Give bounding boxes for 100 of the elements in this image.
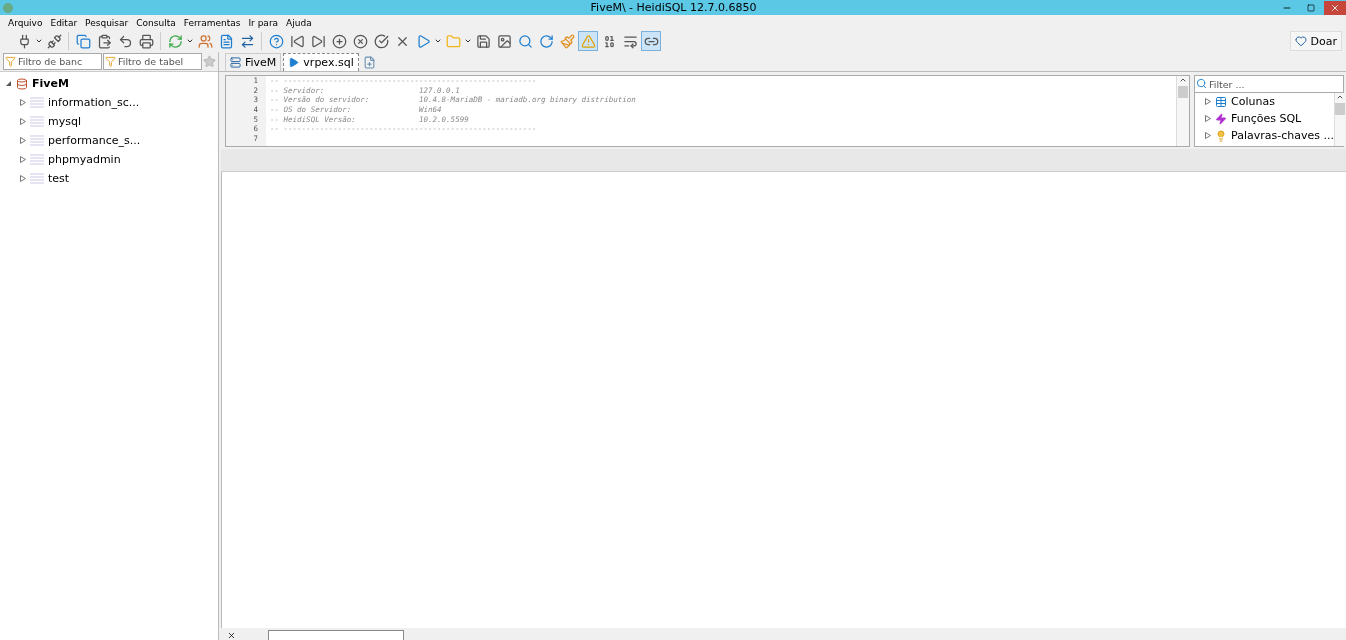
menu-item[interactable]: Editar bbox=[46, 17, 82, 28]
wrap-icon bbox=[622, 33, 638, 49]
tree-label: phpmyadmin bbox=[48, 153, 121, 166]
helper-item[interactable]: Palavras-chaves ... bbox=[1195, 127, 1334, 144]
new-file-icon bbox=[363, 55, 377, 69]
database-icon bbox=[30, 135, 44, 146]
scrollbar[interactable] bbox=[1333, 93, 1345, 146]
tree-item[interactable]: performance_s... bbox=[0, 131, 218, 150]
expander-icon[interactable] bbox=[20, 156, 26, 163]
image-icon bbox=[496, 33, 512, 49]
database-server-icon bbox=[16, 77, 28, 90]
maximize-icon bbox=[1307, 3, 1315, 12]
window-title: FiveM\ - HeidiSQL 12.7.0.6850 bbox=[589, 1, 758, 14]
undo-icon bbox=[117, 33, 133, 49]
skip-back-icon bbox=[289, 33, 305, 49]
scroll-up-icon[interactable] bbox=[1179, 76, 1187, 84]
caret-icon[interactable] bbox=[434, 37, 442, 45]
menu-item[interactable]: Ir para bbox=[244, 17, 283, 28]
menu-item[interactable]: Pesquisar bbox=[81, 17, 133, 28]
tree-item[interactable]: FiveM bbox=[0, 74, 218, 93]
arrows-icon bbox=[239, 33, 255, 49]
printer-icon bbox=[138, 33, 154, 49]
folder-icon bbox=[445, 33, 461, 49]
database-icon bbox=[30, 116, 44, 127]
menu-item[interactable]: Ferramentas bbox=[179, 17, 245, 28]
refresh-icon bbox=[167, 33, 183, 49]
menu-item[interactable]: Ajuda bbox=[282, 17, 316, 28]
menu-item[interactable]: Arquivo bbox=[4, 17, 47, 28]
plug-icon bbox=[46, 33, 62, 49]
tree-item[interactable]: test bbox=[0, 169, 218, 188]
x-circle-icon bbox=[352, 33, 368, 49]
lightbulb-icon bbox=[1215, 129, 1227, 142]
helper-item[interactable]: Colunas bbox=[1195, 93, 1334, 110]
tree-label: information_sc... bbox=[48, 96, 140, 109]
help-icon bbox=[268, 33, 284, 49]
users-icon bbox=[197, 33, 213, 49]
clipboard-icon bbox=[96, 33, 112, 49]
expander-icon[interactable] bbox=[20, 99, 26, 106]
expander-icon[interactable] bbox=[6, 80, 12, 87]
tree-item[interactable]: mysql bbox=[0, 112, 218, 131]
star-icon[interactable] bbox=[203, 55, 216, 68]
tree-item[interactable]: phpmyadmin bbox=[0, 150, 218, 169]
donate-button[interactable]: Doar bbox=[1289, 31, 1342, 51]
expander-icon[interactable] bbox=[1205, 132, 1211, 139]
lightning-icon bbox=[1215, 112, 1227, 125]
menu-item[interactable]: Consulta bbox=[132, 17, 180, 28]
filter-field[interactable] bbox=[268, 630, 404, 640]
tree-label: performance_s... bbox=[48, 134, 141, 147]
tree-item[interactable]: information_sc... bbox=[0, 93, 218, 112]
close-button[interactable] bbox=[1324, 0, 1346, 15]
table-icon bbox=[1215, 95, 1227, 108]
tab[interactable]: vrpex.sql bbox=[283, 53, 359, 71]
tree-label: FiveM bbox=[32, 77, 69, 90]
server-icon bbox=[230, 57, 241, 68]
helper-label: Colunas bbox=[1231, 95, 1275, 108]
skip-forward-icon bbox=[310, 33, 326, 49]
link-button[interactable] bbox=[641, 31, 661, 51]
search-icon bbox=[1196, 78, 1207, 89]
refresh-icon bbox=[538, 33, 554, 49]
tab[interactable]: FiveM bbox=[225, 53, 282, 71]
caret-icon[interactable] bbox=[186, 37, 194, 45]
caret-icon[interactable] bbox=[464, 37, 472, 45]
database-icon bbox=[30, 97, 44, 108]
search-icon bbox=[517, 33, 533, 49]
play-icon bbox=[288, 57, 300, 68]
scroll-thumb[interactable] bbox=[1334, 103, 1345, 115]
check-circle-icon bbox=[373, 33, 389, 49]
close-filter-button[interactable] bbox=[227, 631, 236, 640]
app-icon bbox=[3, 2, 13, 13]
helper-item[interactable]: Funções SQL bbox=[1195, 110, 1334, 127]
close-icon bbox=[227, 631, 236, 640]
database-filter-field[interactable]: Filtro de banc bbox=[3, 53, 102, 70]
table-filter-field[interactable]: Filtro de tabel bbox=[103, 53, 202, 70]
scroll-thumb[interactable] bbox=[1178, 86, 1188, 98]
warning-icon bbox=[580, 33, 596, 49]
database-icon bbox=[30, 154, 44, 165]
helper-label: Funções SQL bbox=[1231, 112, 1302, 125]
expander-icon[interactable] bbox=[20, 175, 26, 182]
helper-filter-field[interactable]: Filter ... bbox=[1194, 75, 1344, 93]
close-icon bbox=[1330, 2, 1340, 13]
helper-label: Palavras-chaves ... bbox=[1231, 129, 1334, 142]
plus-circle-icon bbox=[331, 33, 347, 49]
expander-icon[interactable] bbox=[1205, 115, 1211, 122]
filter-icon bbox=[105, 56, 116, 67]
scroll-up-icon[interactable] bbox=[1335, 93, 1344, 101]
expander-icon[interactable] bbox=[20, 137, 26, 144]
tree-label: mysql bbox=[48, 115, 81, 128]
copy-icon bbox=[75, 33, 91, 49]
scrollbar[interactable] bbox=[1176, 76, 1189, 146]
play-icon bbox=[415, 33, 431, 49]
expander-icon[interactable] bbox=[1205, 98, 1211, 105]
heart-icon bbox=[1294, 35, 1307, 47]
tree-label: test bbox=[48, 172, 70, 185]
filter-icon bbox=[5, 56, 16, 67]
caret-icon[interactable] bbox=[35, 37, 43, 45]
database-icon bbox=[30, 173, 44, 184]
document-icon bbox=[218, 33, 234, 49]
brush-icon bbox=[559, 33, 575, 49]
save-icon bbox=[475, 33, 491, 49]
expander-icon[interactable] bbox=[20, 118, 26, 125]
